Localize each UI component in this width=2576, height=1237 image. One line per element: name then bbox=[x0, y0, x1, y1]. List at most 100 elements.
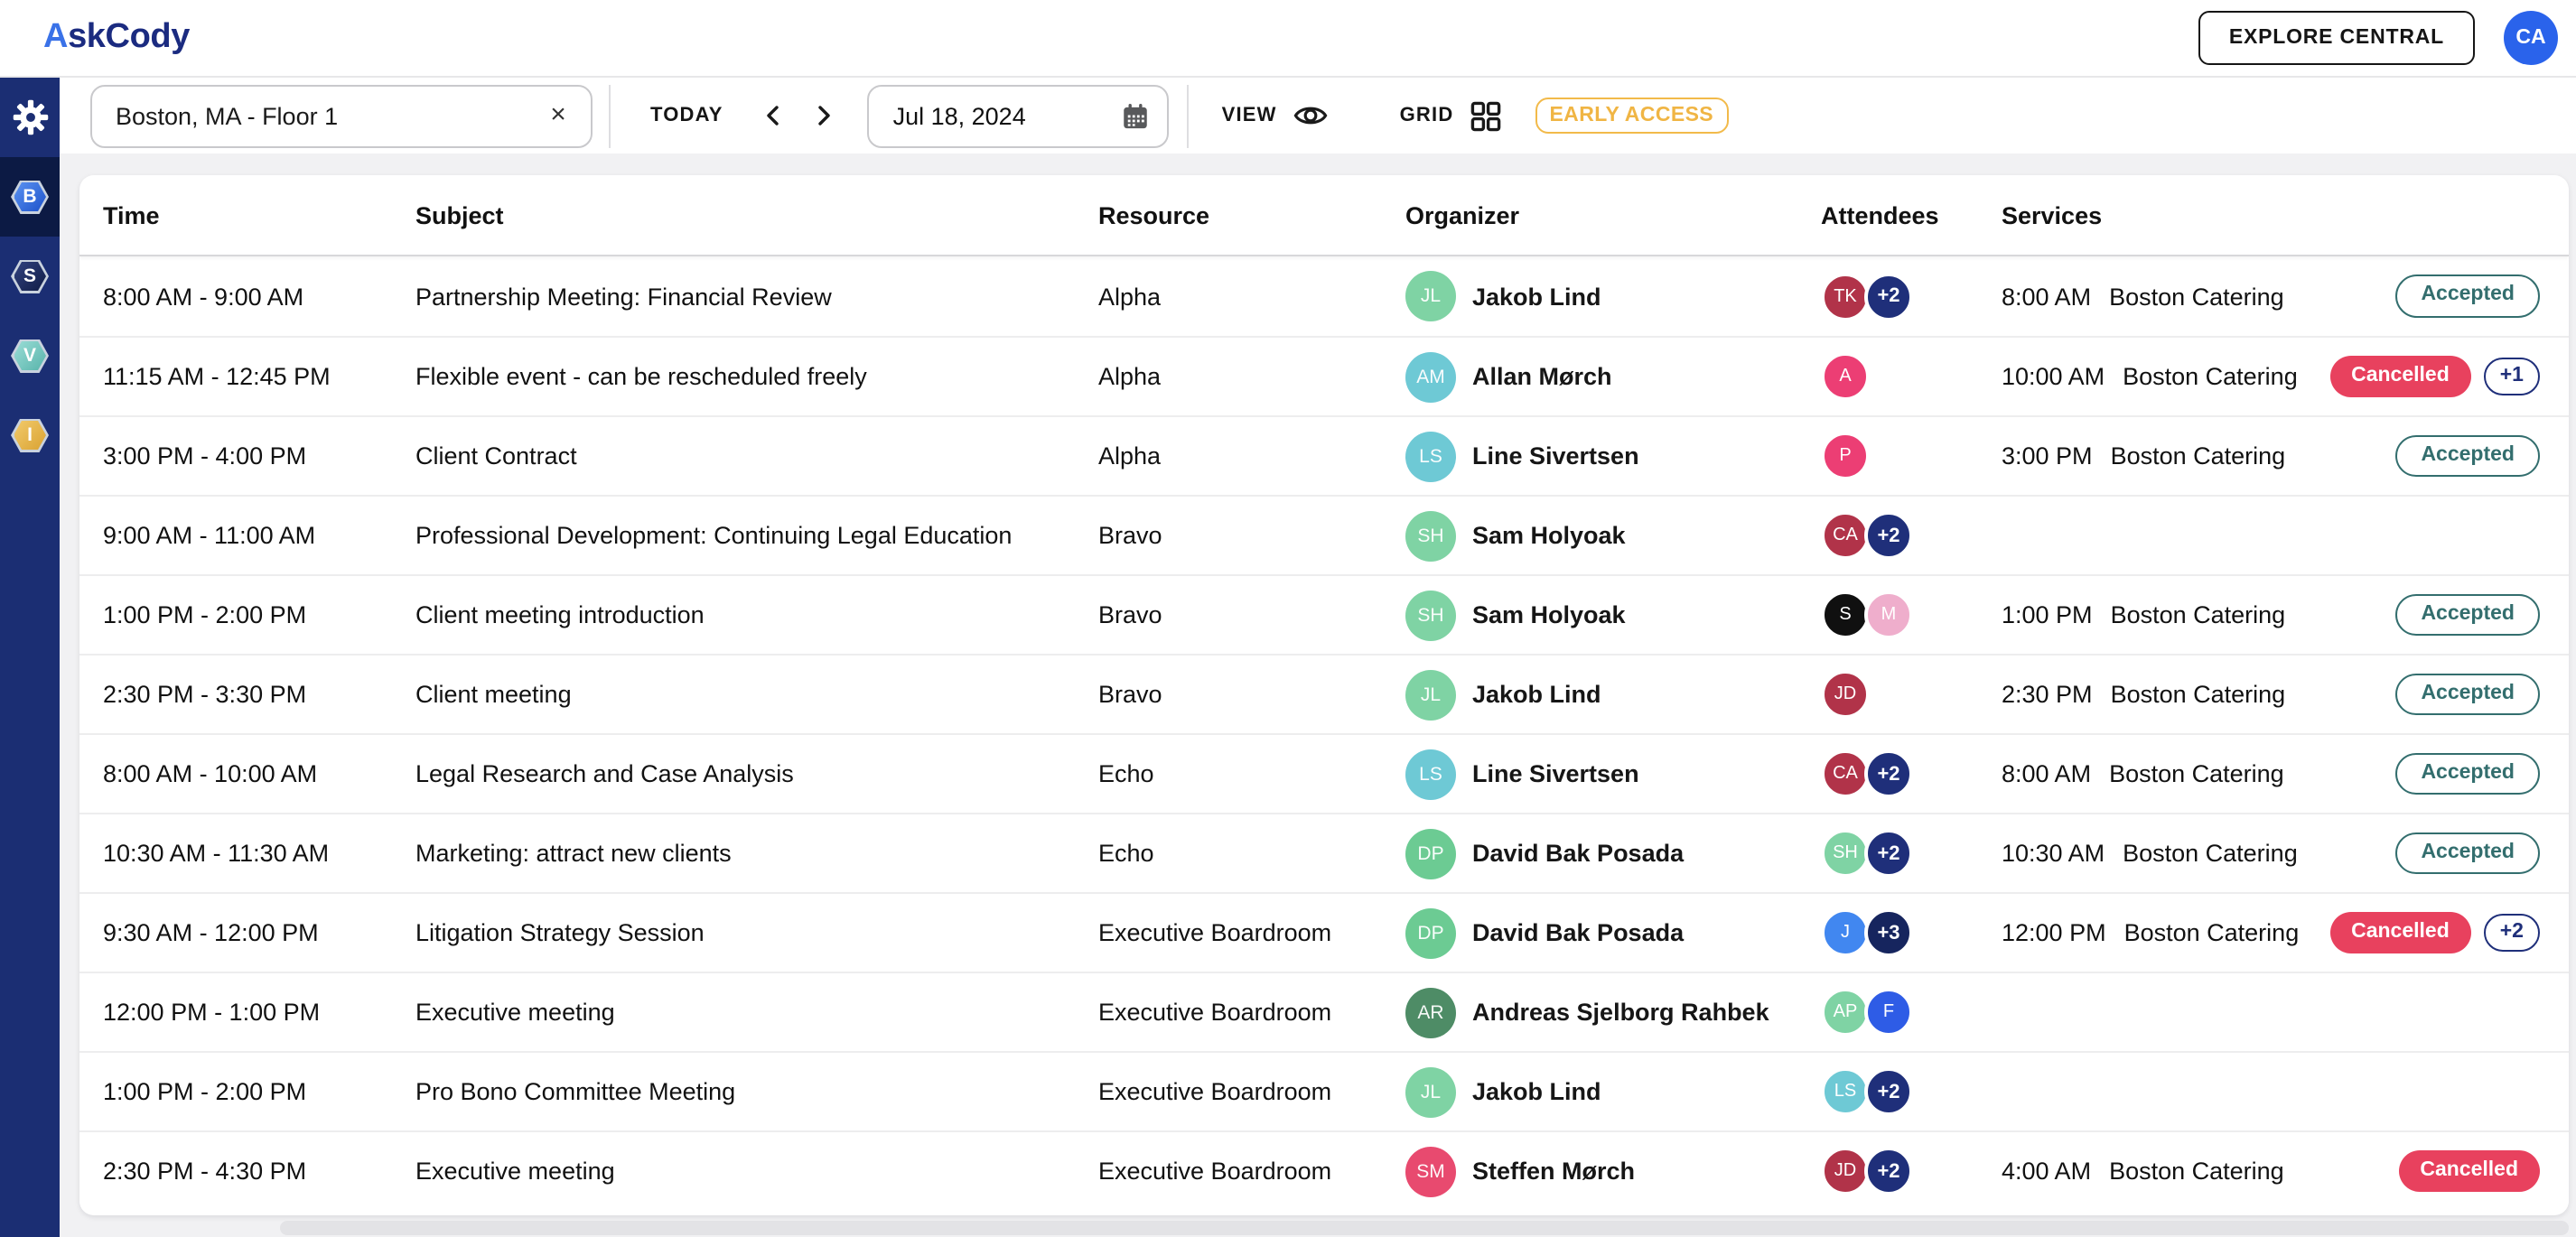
resource-cell: Echo bbox=[1098, 760, 1405, 787]
attendee-overflow-avatar: +3 bbox=[1864, 908, 1913, 957]
attendee-avatar: A bbox=[1821, 352, 1870, 401]
table-row[interactable]: 8:00 AM - 10:00 AM Legal Research and Ca… bbox=[79, 733, 2569, 813]
grid-toggle[interactable]: GRID bbox=[1400, 100, 1501, 131]
services-cell: 8:00 AM Boston Catering bbox=[2002, 760, 2336, 787]
user-avatar[interactable]: CA bbox=[2504, 11, 2558, 65]
bookings-hexagon-icon: B bbox=[11, 180, 49, 214]
explore-central-button[interactable]: EXPLORE CENTRAL bbox=[2198, 11, 2475, 65]
time-cell: 9:30 AM - 12:00 PM bbox=[103, 919, 415, 946]
resource-cell: Alpha bbox=[1098, 363, 1405, 390]
status-badge-accepted: Accepted bbox=[2395, 832, 2540, 875]
service-name: Boston Catering bbox=[2123, 840, 2298, 867]
top-header: AskCody EXPLORE CENTRAL CA bbox=[0, 0, 2576, 78]
insights-hexagon-fill: I bbox=[14, 421, 46, 450]
grid-label: GRID bbox=[1400, 105, 1454, 126]
sidebar: BSVI bbox=[0, 78, 60, 1237]
table-row[interactable]: 3:00 PM - 4:00 PM Client Contract Alpha … bbox=[79, 415, 2569, 495]
table-row[interactable]: 2:30 PM - 3:30 PM Client meeting Bravo J… bbox=[79, 654, 2569, 733]
organizer-name: Line Sivertsen bbox=[1472, 442, 1639, 470]
organizer-avatar: SM bbox=[1405, 1146, 1456, 1196]
bookings-hexagon-fill: B bbox=[14, 182, 46, 211]
status-cell: Accepted bbox=[2336, 753, 2540, 795]
time-cell: 8:00 AM - 9:00 AM bbox=[103, 283, 415, 310]
service-name: Boston Catering bbox=[2109, 760, 2284, 787]
table-row[interactable]: 12:00 PM - 1:00 PM Executive meeting Exe… bbox=[79, 972, 2569, 1051]
organizer-cell: LS Line Sivertsen bbox=[1405, 749, 1821, 799]
attendee-overflow-avatar: +2 bbox=[1864, 511, 1913, 560]
overflow-count-badge[interactable]: +2 bbox=[2484, 914, 2540, 953]
sidebar-nav: BSVI bbox=[0, 157, 60, 475]
calendar-icon[interactable] bbox=[1123, 102, 1150, 129]
organizer-name: Sam Holyoak bbox=[1472, 601, 1626, 628]
logo-part-1: A bbox=[43, 18, 68, 56]
attendees-cell: TK+2 bbox=[1821, 272, 2002, 321]
main-content: TimeSubjectResourceOrganizerAttendeesSer… bbox=[60, 153, 2576, 1237]
attendees-cell: LS+2 bbox=[1821, 1067, 2002, 1116]
organizer-name: Steffen Mørch bbox=[1472, 1158, 1635, 1185]
table-row[interactable]: 9:00 AM - 11:00 AM Professional Developm… bbox=[79, 495, 2569, 574]
column-header-subject: Subject bbox=[415, 201, 1098, 228]
sidebar-item-bookings[interactable]: B bbox=[0, 157, 60, 237]
subject-cell: Partnership Meeting: Financial Review bbox=[415, 283, 1098, 310]
attendees-cell: APF bbox=[1821, 988, 2002, 1037]
overflow-count-badge[interactable]: +1 bbox=[2484, 358, 2540, 396]
organizer-cell: AR Andreas Sjelborg Rahbek bbox=[1405, 987, 1821, 1037]
service-time: 8:00 AM bbox=[2002, 283, 2091, 310]
insights-hexagon-icon: I bbox=[11, 418, 49, 452]
resource-cell: Bravo bbox=[1098, 522, 1405, 549]
organizer-name: Allan Mørch bbox=[1472, 363, 1612, 390]
attendee-overflow-avatar: +2 bbox=[1864, 272, 1913, 321]
date-picker[interactable]: Jul 18, 2024 bbox=[868, 84, 1170, 147]
table-row[interactable]: 1:00 PM - 2:00 PM Client meeting introdu… bbox=[79, 574, 2569, 654]
organizer-name: David Bak Posada bbox=[1472, 840, 1684, 867]
organizer-cell: SM Steffen Mørch bbox=[1405, 1146, 1821, 1196]
organizer-avatar: LS bbox=[1405, 749, 1456, 799]
subject-cell: Litigation Strategy Session bbox=[415, 919, 1098, 946]
organizer-avatar: JL bbox=[1405, 271, 1456, 321]
resource-cell: Executive Boardroom bbox=[1098, 1158, 1405, 1185]
today-button[interactable]: TODAY bbox=[650, 105, 723, 126]
scrollbar-thumb[interactable] bbox=[280, 1221, 2569, 1235]
services-cell: 4:00 AMBoston Catering bbox=[2002, 1158, 2336, 1185]
table-row[interactable]: 9:30 AM - 12:00 PM Litigation Strategy S… bbox=[79, 892, 2569, 972]
organizer-avatar: DP bbox=[1405, 907, 1456, 958]
services-cell: 1:00 PMBoston Catering bbox=[2002, 601, 2336, 628]
organizer-cell: SH Sam Holyoak bbox=[1405, 590, 1821, 640]
view-toggle[interactable]: VIEW bbox=[1222, 103, 1328, 128]
header-actions: EXPLORE CENTRAL CA bbox=[2198, 11, 2558, 65]
time-cell: 2:30 PM - 4:30 PM bbox=[103, 1158, 415, 1185]
subject-cell: Pro Bono Committee Meeting bbox=[415, 1078, 1098, 1105]
location-input[interactable] bbox=[90, 84, 593, 147]
gear-icon bbox=[10, 98, 50, 137]
status-cell: Cancelled bbox=[2336, 1150, 2540, 1193]
app: AskCody EXPLORE CENTRAL CA BSVI bbox=[0, 0, 2576, 1237]
table-row[interactable]: 11:15 AM - 12:45 PM Flexible event - can… bbox=[79, 336, 2569, 415]
resource-cell: Bravo bbox=[1098, 601, 1405, 628]
services-cell: 10:00 AMBoston Catering bbox=[2002, 363, 2336, 390]
subject-cell: Professional Development: Continuing Leg… bbox=[415, 522, 1098, 549]
status-cell: Accepted bbox=[2336, 435, 2540, 478]
time-cell: 2:30 PM - 3:30 PM bbox=[103, 681, 415, 708]
askcody-logo: AskCody bbox=[43, 18, 190, 58]
sidebar-item-visitors[interactable]: V bbox=[0, 316, 60, 395]
table-row[interactable]: 10:30 AM - 11:30 AM Marketing: attract n… bbox=[79, 813, 2569, 892]
table-row[interactable]: 2:30 PM - 4:30 PM Executive meeting Exec… bbox=[79, 1130, 2569, 1210]
table-row[interactable]: 1:00 PM - 2:00 PM Pro Bono Committee Mee… bbox=[79, 1051, 2569, 1130]
previous-day-button[interactable] bbox=[756, 98, 792, 134]
settings-gear-icon[interactable] bbox=[0, 78, 60, 157]
resource-cell: Alpha bbox=[1098, 283, 1405, 310]
status-badge-accepted: Accepted bbox=[2395, 275, 2540, 318]
sidebar-item-insights[interactable]: I bbox=[0, 395, 60, 475]
status-cell: Accepted bbox=[2336, 832, 2540, 875]
next-day-button[interactable] bbox=[807, 98, 843, 134]
time-cell: 11:15 AM - 12:45 PM bbox=[103, 363, 415, 390]
attendee-avatar: SH bbox=[1821, 829, 1870, 878]
sidebar-item-services[interactable]: S bbox=[0, 237, 60, 316]
organizer-cell: JL Jakob Lind bbox=[1405, 271, 1821, 321]
organizer-cell: LS Line Sivertsen bbox=[1405, 431, 1821, 481]
clear-location-icon[interactable]: × bbox=[540, 97, 576, 133]
status-cell: Accepted bbox=[2336, 275, 2540, 318]
table-row[interactable]: 8:00 AM - 9:00 AM Partnership Meeting: F… bbox=[79, 256, 2569, 336]
status-cell: Cancelled+1 bbox=[2336, 356, 2540, 398]
service-time: 8:00 AM bbox=[2002, 760, 2091, 787]
